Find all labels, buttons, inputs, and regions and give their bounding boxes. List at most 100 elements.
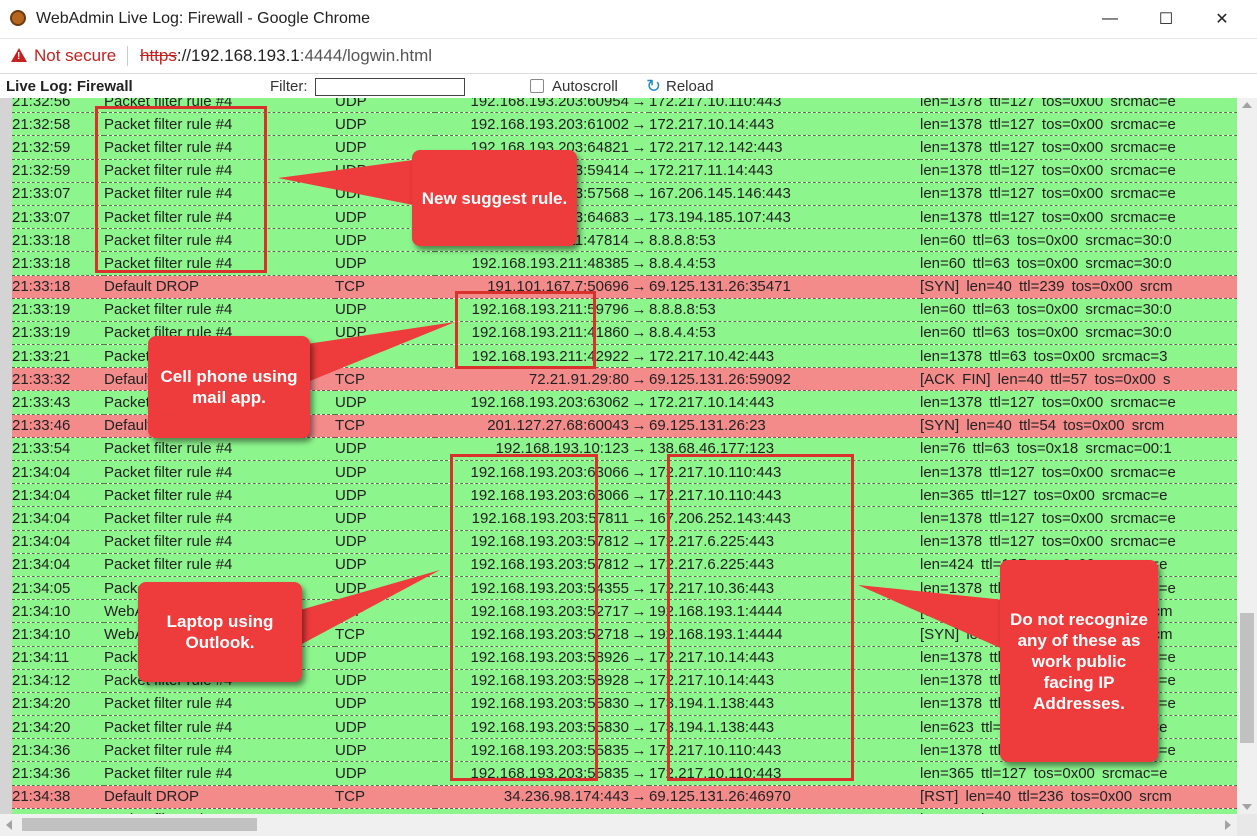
log-arrow: →: [629, 576, 649, 601]
log-rule: Packet filter rule #4: [104, 738, 335, 763]
vertical-scrollbar[interactable]: [1237, 98, 1257, 814]
log-row[interactable]: 21:34:04 Packet filter rule #4 UDP 192.168.…: [12, 460, 1237, 485]
log-source: 192.168.193.211:48385: [435, 251, 629, 276]
log-source: 192.168.193.211:59796: [435, 298, 629, 322]
scroll-left-icon[interactable]: [6, 820, 12, 830]
autoscroll-label[interactable]: Autoscroll: [552, 78, 618, 95]
log-destination: 69.125.131.26:59092: [649, 367, 920, 392]
scroll-down-icon[interactable]: [1242, 804, 1252, 810]
log-arrow: →: [629, 715, 649, 740]
log-source: 192.168.193.203:55835: [435, 761, 629, 786]
log-row[interactable]: 21:32:56 Packet filter rule #4 UDP 192.168.…: [12, 98, 1237, 114]
filter-input[interactable]: [315, 78, 465, 96]
address-bar[interactable]: ! Not secure https://192.168.193.1:4444/…: [0, 39, 1257, 74]
log-info: [ACK FIN] len=40 ttl=57 tos=0x00 s: [920, 367, 1237, 392]
log-destination: 172.217.10.110:443: [649, 460, 920, 485]
log-arrow: →: [629, 321, 649, 346]
log-row[interactable]: 21:32:58 Packet filter rule #4 UDP 192.168.…: [12, 112, 1237, 137]
filter-label: Filter:: [270, 78, 308, 95]
horizontal-scrollbar[interactable]: [0, 814, 1237, 836]
log-source: 192.168.193.203:54355: [435, 576, 629, 601]
log-time: 21:34:04: [12, 506, 104, 531]
log-info: len=1378 ttl=127 tos=0x00 srcmac=e: [920, 530, 1237, 554]
log-protocol: UDP: [335, 460, 435, 485]
log-row[interactable]: 21:33:18Packet filter rule #4UDP192.168.…: [12, 251, 1237, 276]
log-rule: Packet filter rule #4: [104, 205, 335, 230]
log-row[interactable]: 21:33:18 Default DROP TCP 191.101.167.7:506…: [12, 275, 1237, 299]
callout-unrecognized-ips: Do not recognize any of these as work pu…: [1000, 560, 1158, 762]
log-destination: 172.217.6.225:443: [649, 553, 920, 577]
log-destination: 8.8.8.8:53: [649, 298, 920, 322]
log-protocol: TCP: [335, 599, 435, 624]
maximize-button[interactable]: ☐: [1143, 6, 1189, 32]
log-rule: Packet filter rule #4: [104, 483, 335, 508]
log-rule: Packet filter rule #4: [104, 437, 335, 462]
log-arrow: →: [629, 275, 649, 299]
horizontal-scroll-thumb[interactable]: [22, 818, 257, 831]
log-row[interactable]: 21:33:07Packet filter rule #4UDP192.168.…: [12, 182, 1237, 206]
close-button[interactable]: ✕: [1199, 6, 1245, 32]
vertical-scroll-thumb[interactable]: [1240, 613, 1254, 743]
warning-icon[interactable]: !: [11, 48, 27, 62]
log-info: [SYN] len=40 ttl=54 tos=0x00 srcm: [920, 414, 1237, 438]
security-label[interactable]: Not secure: [34, 46, 116, 66]
log-time: 21:33:18: [12, 251, 104, 276]
log-protocol: UDP: [335, 576, 435, 601]
log-time: 21:32:59: [12, 159, 104, 183]
log-arrow: →: [629, 251, 649, 276]
minimize-button[interactable]: —: [1087, 6, 1133, 32]
log-arrow: →: [629, 669, 649, 693]
log-source: 201.127.27.68:60043: [435, 414, 629, 438]
scroll-up-icon[interactable]: [1242, 102, 1252, 108]
log-destination: 8.8.4.4:53: [649, 251, 920, 276]
reload-icon[interactable]: ↻: [646, 77, 661, 95]
log-row[interactable]: 21:33:07Packet filter rule #4UDP192.168.…: [12, 205, 1237, 230]
log-info: len=365 ttl=127 tos=0x00 srcmac=e: [920, 761, 1237, 786]
log-info: len=1378 ttl=127 tos=0x00 srcmac=e: [920, 460, 1237, 485]
log-time: 21:34:11: [12, 646, 104, 670]
log-arrow: →: [629, 483, 649, 508]
log-rule: Default DROP: [104, 785, 335, 809]
log-row[interactable]: 21:33:54 Packet filter rule #4 UDP 192.168.…: [12, 437, 1237, 462]
log-destination: 172.217.10.110:443: [649, 98, 920, 114]
log-protocol: UDP: [335, 669, 435, 693]
log-row[interactable]: 21:33:19 Packet filter rule #4 UDP 192.168.…: [12, 298, 1237, 322]
log-row[interactable]: 21:32:59Packet filter rule #4UDP192.168.…: [12, 135, 1237, 160]
log-destination: 167.206.145.146:443: [649, 182, 920, 206]
log-destination: 69.125.131.26:23: [649, 414, 920, 438]
log-destination: 172.217.10.110:443: [649, 483, 920, 508]
log-info: len=1378 ttl=127 tos=0x00 srcmac=e: [920, 182, 1237, 206]
log-rule: Packet filter rule #4: [104, 135, 335, 160]
log-row[interactable]: 21:34:04 Packet filter rule #4 UDP 192.168.…: [12, 530, 1237, 554]
log-info: len=1378 ttl=63 tos=0x00 srcmac=3: [920, 344, 1237, 369]
divider: [127, 46, 128, 66]
log-info: len=1378 ttl=127 tos=0x00 srcmac=e: [920, 506, 1237, 531]
log-rule: Packet filter rule #4: [104, 692, 335, 717]
log-row[interactable]: 21:34:04 Packet filter rule #4 UDP 192.168.…: [12, 506, 1237, 531]
log-source: 192.168.193.203:63066: [435, 460, 629, 485]
url-text[interactable]: https://192.168.193.1:4444/logwin.html: [140, 46, 432, 66]
log-info: len=1378 ttl=127 tos=0x00 srcmac=e: [920, 98, 1237, 114]
log-protocol: UDP: [335, 553, 435, 577]
log-info: len=1378 ttl=127 tos=0x00 srcmac=e: [920, 205, 1237, 230]
log-protocol: UDP: [335, 321, 435, 346]
log-arrow: →: [629, 112, 649, 137]
autoscroll-checkbox[interactable]: [530, 79, 544, 93]
log-row[interactable]: 21:34:36 Packet filter rule #4 UDP 192.168.…: [12, 761, 1237, 786]
log-time: 21:32:58: [12, 112, 104, 137]
log-time: 21:34:38: [12, 785, 104, 809]
callout-cell-phone: Cell phone using mail app.: [148, 336, 310, 438]
log-source: 191.101.167.7:50696: [435, 275, 629, 299]
reload-button[interactable]: Reload: [666, 78, 714, 95]
log-row[interactable]: 21:34:38 Default DROP TCP 34.236.98.174:443…: [12, 785, 1237, 809]
log-destination: 172.217.10.14:443: [649, 112, 920, 137]
log-arrow: →: [629, 506, 649, 531]
log-row[interactable]: 21:33:18Packet filter rule #4UDP192.168.…: [12, 228, 1237, 253]
log-row[interactable]: 21:32:59Packet filter rule #4UDP192.168.…: [12, 159, 1237, 183]
log-protocol: TCP: [335, 414, 435, 438]
log-row[interactable]: 21:34:04 Packet filter rule #4 UDP 192.168.…: [12, 483, 1237, 508]
log-arrow: →: [629, 761, 649, 786]
log-time: 21:33:21: [12, 344, 104, 369]
scroll-right-icon[interactable]: [1225, 820, 1231, 830]
page-title: Live Log: Firewall: [6, 78, 133, 95]
